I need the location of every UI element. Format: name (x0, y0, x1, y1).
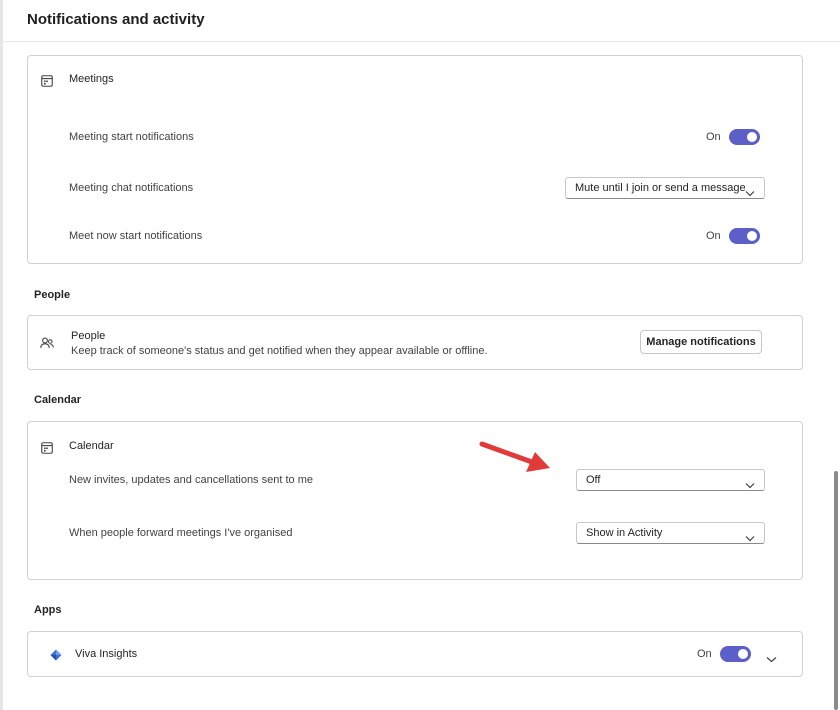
forward-meetings-label: When people forward meetings I've organi… (69, 527, 293, 539)
viva-insights-icon (50, 648, 62, 666)
people-section-title: People (34, 289, 71, 301)
page-header: Notifications and activity (3, 0, 840, 42)
forward-meetings-dropdown[interactable]: Show in Activity (576, 522, 765, 544)
new-invites-dropdown[interactable]: Off (576, 469, 765, 491)
calendar-card: Calendar New invites, updates and cancel… (27, 421, 803, 580)
meeting-start-notifications-label: Meeting start notifications (69, 131, 194, 143)
new-invites-dropdown-value: Off (586, 474, 601, 486)
viva-insights-card: Viva Insights On (27, 631, 803, 677)
apps-section-title: Apps (34, 604, 62, 616)
meeting-chat-dropdown-value: Mute until I join or send a message (575, 182, 746, 194)
people-icon (40, 336, 54, 354)
viva-insights-toggle-label: On (697, 648, 712, 660)
viva-insights-toggle[interactable] (720, 646, 751, 662)
meetings-card: Meetings Meeting start notifications On … (27, 55, 803, 264)
calendar-section-title: Calendar (34, 394, 82, 406)
people-card-title: People (71, 330, 106, 342)
calendar-card-title: Calendar (69, 440, 114, 452)
meeting-start-toggle[interactable] (729, 129, 760, 145)
viva-insights-label: Viva Insights (75, 648, 138, 660)
meet-now-toggle[interactable] (729, 228, 760, 244)
left-rail (0, 0, 3, 710)
expand-chevron-icon[interactable] (766, 650, 777, 668)
meetings-card-title: Meetings (69, 73, 114, 85)
manage-notifications-button[interactable]: Manage notifications (640, 330, 762, 354)
forward-meetings-dropdown-value: Show in Activity (586, 527, 663, 539)
annotation-arrow-icon (478, 438, 554, 481)
meet-now-toggle-label: On (706, 230, 721, 242)
page-title: Notifications and activity (27, 11, 205, 28)
chevron-down-icon (745, 476, 755, 494)
scrollbar-thumb[interactable] (834, 471, 838, 710)
meet-now-start-notifications-label: Meet now start notifications (69, 230, 203, 242)
meeting-chat-dropdown[interactable]: Mute until I join or send a message (565, 177, 765, 199)
chevron-down-icon (745, 529, 755, 547)
people-description: Keep track of someone's status and get n… (71, 345, 488, 357)
toggle-knob (747, 231, 757, 241)
new-invites-label: New invites, updates and cancellations s… (69, 474, 313, 486)
calendar-icon (41, 441, 53, 459)
meeting-chat-notifications-label: Meeting chat notifications (69, 182, 194, 194)
toggle-knob (738, 649, 748, 659)
chevron-down-icon (745, 184, 755, 202)
people-card: People Keep track of someone's status an… (27, 315, 803, 370)
calendar-icon (41, 74, 53, 92)
scrollbar[interactable] (832, 41, 840, 710)
toggle-knob (747, 132, 757, 142)
meeting-start-toggle-label: On (706, 131, 721, 143)
